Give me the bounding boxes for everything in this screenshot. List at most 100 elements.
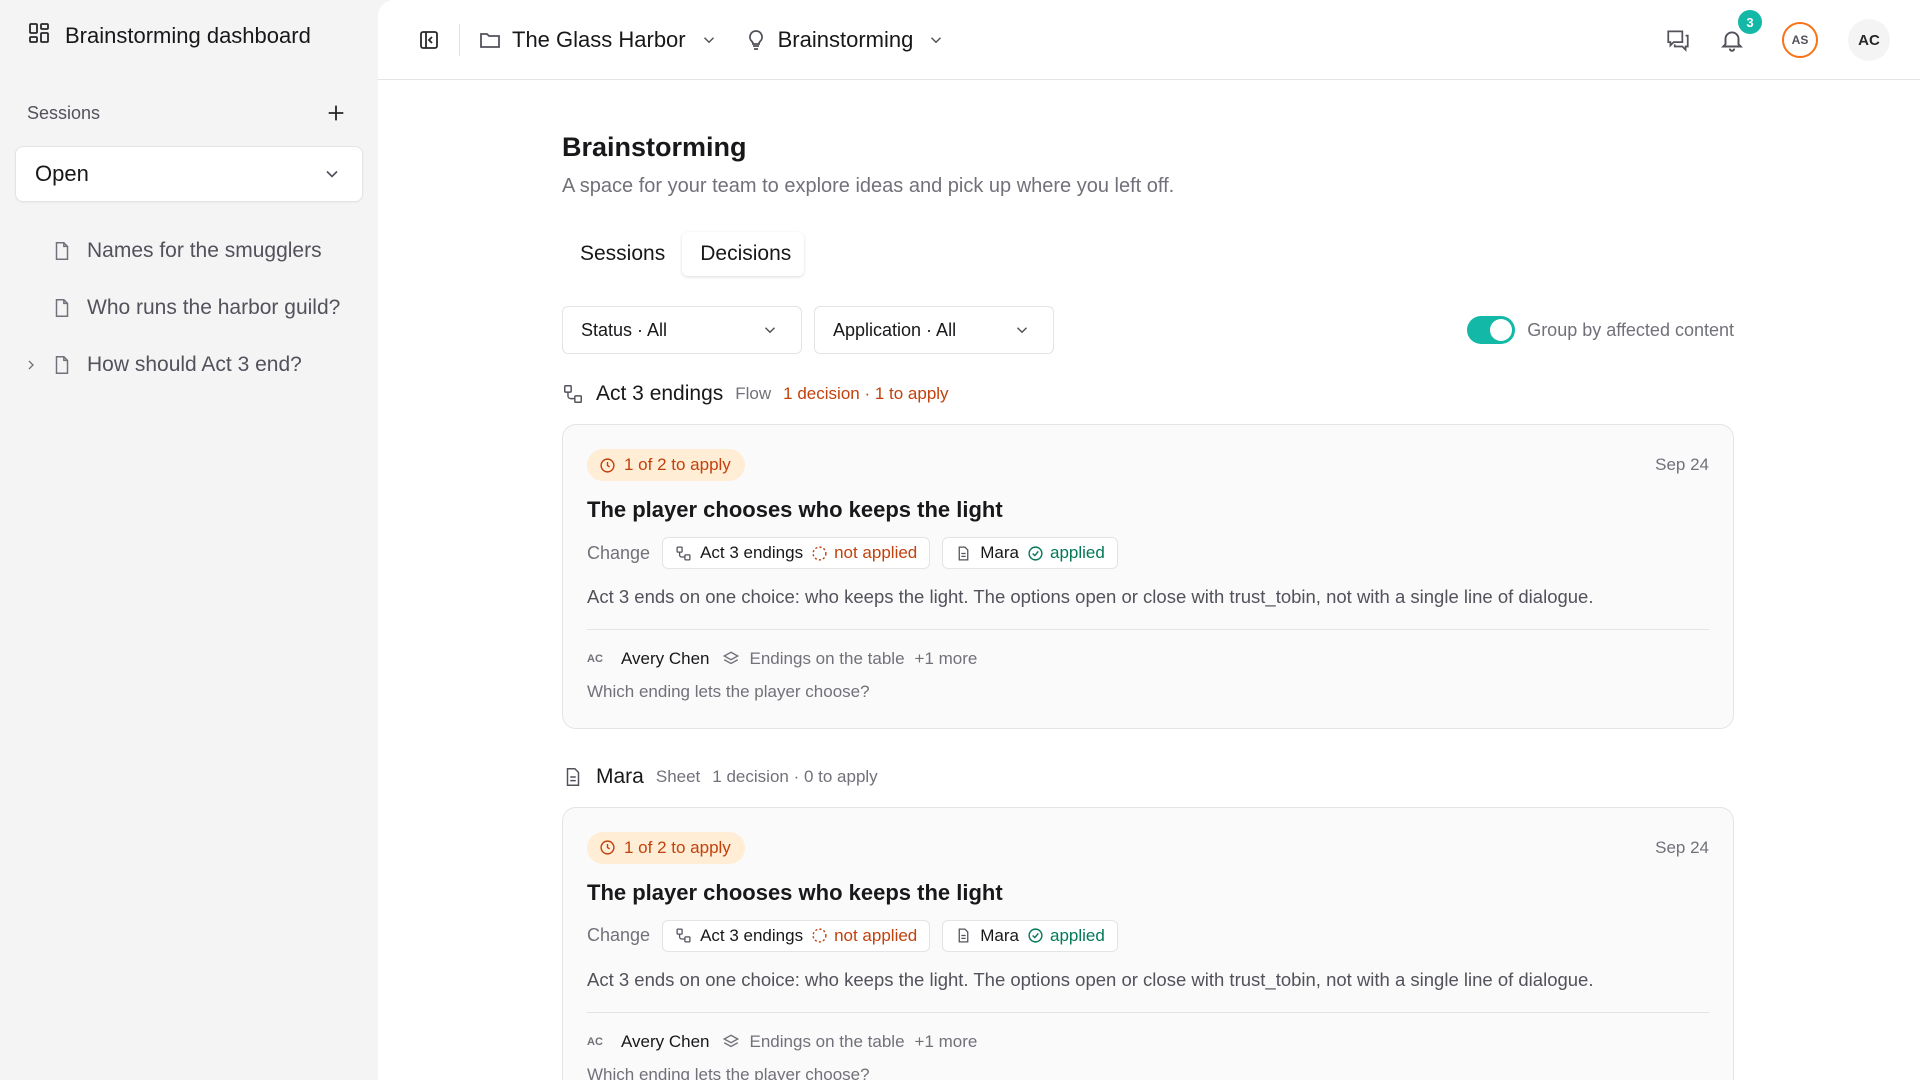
card-meta: AC Avery Chen Endings on the table +1 mo… bbox=[587, 646, 1709, 672]
dashed-circle-icon bbox=[812, 545, 827, 561]
apply-status-pill: 1 of 2 to apply bbox=[587, 449, 745, 481]
session-list: Names for the smugglers Who runs the har… bbox=[15, 222, 363, 393]
decision-group: Act 3 endings Flow 1 decision · 1 to app… bbox=[562, 374, 1734, 729]
group-count: 1 decision · 0 to apply bbox=[712, 766, 878, 786]
application-filter-label: Application · All bbox=[833, 319, 957, 340]
author-name: Avery Chen bbox=[621, 648, 710, 668]
affected-content-chip[interactable]: Act 3 endings not applied bbox=[662, 537, 931, 569]
app-root: Brainstorming dashboard Sessions Open Na… bbox=[0, 0, 1920, 1080]
affected-content-chip[interactable]: Mara applied bbox=[942, 537, 1118, 569]
affected-content-chip[interactable]: Act 3 endings not applied bbox=[662, 919, 931, 952]
clock-icon bbox=[600, 457, 615, 473]
session-item[interactable]: Names for the smugglers bbox=[15, 222, 363, 279]
card-meta: AC Avery Chen Endings on the table +1 mo… bbox=[587, 1029, 1709, 1055]
session-item-label: How should Act 3 end? bbox=[87, 352, 302, 376]
layers-icon bbox=[722, 1033, 739, 1047]
page-subtitle: A space for your team to explore ideas a… bbox=[562, 175, 1175, 197]
decision-group: Mara Sheet 1 decision · 0 to apply 1 of … bbox=[562, 757, 1734, 1080]
application-filter[interactable]: Application · All bbox=[814, 306, 1054, 354]
context-session[interactable]: Endings on the table bbox=[750, 1032, 905, 1052]
page-title: Brainstorming bbox=[562, 132, 747, 162]
group-name: Mara bbox=[596, 764, 644, 788]
decision-card[interactable]: 1 of 2 to apply Sep 24 The player choose… bbox=[562, 806, 1734, 1080]
more-link[interactable]: +1 more bbox=[915, 649, 978, 669]
card-question: Which ending lets the player choose? bbox=[587, 681, 870, 701]
chip-name: Act 3 endings bbox=[700, 925, 804, 945]
clock-icon bbox=[600, 840, 615, 855]
apply-status-text: 1 of 2 to apply bbox=[624, 455, 731, 474]
group-header: Act 3 endings Flow 1 decision · 1 to app… bbox=[562, 374, 1734, 414]
tab-decisions[interactable]: Decisions bbox=[682, 232, 805, 276]
sidebar-title[interactable]: Brainstorming dashboard bbox=[15, 18, 363, 54]
card-description: Act 3 ends on one choice: who keeps the … bbox=[587, 968, 1594, 990]
session-filter-select[interactable]: Open bbox=[15, 146, 363, 202]
context-session[interactable]: Endings on the table bbox=[750, 649, 905, 669]
notifications-button[interactable]: 3 bbox=[1716, 10, 1762, 56]
filter-bar: Status · All Application · All Group by … bbox=[562, 306, 1734, 354]
applied-status: applied bbox=[1027, 926, 1105, 946]
document-icon bbox=[55, 355, 69, 374]
change-row: Change Act 3 endings not applied Mara ap… bbox=[587, 537, 1709, 569]
add-session-button[interactable] bbox=[321, 98, 351, 128]
layers-icon bbox=[722, 651, 739, 665]
change-row: Change Act 3 endings not applied Mara ap… bbox=[587, 919, 1709, 952]
main-panel: The Glass Harbor Brainstorming 3 AS AC B… bbox=[378, 0, 1920, 1080]
apply-status-text: 1 of 2 to apply bbox=[624, 837, 731, 857]
applied-text: applied bbox=[1050, 925, 1105, 945]
page-content: Brainstorming A space for your team to e… bbox=[562, 80, 1734, 1080]
topbar-actions: 3 AS AC bbox=[1662, 0, 1890, 80]
document-icon bbox=[566, 767, 580, 786]
applied-status: applied bbox=[1027, 543, 1105, 563]
not-applied-text: not applied bbox=[834, 925, 918, 945]
author-avatar: AC bbox=[587, 652, 603, 665]
card-description: Act 3 ends on one choice: who keeps the … bbox=[587, 586, 1594, 607]
group-type: Flow bbox=[735, 384, 772, 403]
document-icon bbox=[958, 545, 969, 561]
group-toggle-label: Group by affected content bbox=[1527, 319, 1734, 340]
chevron-right-icon[interactable] bbox=[23, 357, 39, 373]
sidebar-title-label: Brainstorming dashboard bbox=[65, 23, 311, 48]
change-label: Change bbox=[587, 542, 651, 563]
comments-button[interactable] bbox=[1662, 24, 1694, 56]
more-link[interactable]: +1 more bbox=[915, 1032, 978, 1052]
project-name: The Glass Harbor bbox=[512, 26, 686, 52]
chip-name: Mara bbox=[980, 543, 1019, 562]
chevron-down-icon bbox=[703, 36, 714, 43]
not-applied-text: not applied bbox=[834, 543, 918, 562]
avatar[interactable]: AS bbox=[1782, 22, 1818, 58]
plus-icon bbox=[328, 105, 344, 121]
chevron-down-icon bbox=[931, 36, 942, 43]
session-item[interactable]: How should Act 3 end? bbox=[15, 336, 363, 393]
status-filter[interactable]: Status · All bbox=[562, 306, 802, 354]
group-by-toggle[interactable] bbox=[1467, 316, 1516, 344]
group-name: Act 3 endings bbox=[596, 382, 724, 405]
chevron-down-icon bbox=[1016, 327, 1028, 334]
dashboard-grid-icon bbox=[27, 21, 51, 51]
card-date: Sep 24 bbox=[1655, 837, 1709, 857]
check-circle-icon bbox=[1028, 545, 1043, 561]
toggle-sidebar-button[interactable] bbox=[413, 24, 445, 56]
session-item-label: Who runs the harbor guild? bbox=[87, 295, 341, 319]
session-item-label: Names for the smugglers bbox=[87, 238, 322, 262]
session-item[interactable]: Who runs the harbor guild? bbox=[15, 279, 363, 336]
affected-content-chip[interactable]: Mara applied bbox=[942, 919, 1118, 952]
project-breadcrumb[interactable]: The Glass Harbor bbox=[478, 27, 718, 53]
check-circle-icon bbox=[1028, 928, 1043, 943]
sessions-label: Sessions bbox=[27, 102, 101, 123]
group-header: Mara Sheet 1 decision · 0 to apply bbox=[562, 757, 1734, 797]
group-count: 1 decision · 1 to apply bbox=[783, 384, 949, 403]
notification-badge: 3 bbox=[1738, 10, 1762, 34]
chevron-down-icon bbox=[326, 170, 338, 178]
card-title: The player chooses who keeps the light bbox=[587, 497, 1003, 522]
sidebar: Brainstorming dashboard Sessions Open Na… bbox=[0, 0, 378, 1080]
decision-card[interactable]: 1 of 2 to apply Sep 24 The player choose… bbox=[562, 424, 1734, 729]
session-filter-value: Open bbox=[35, 161, 89, 186]
document-icon bbox=[55, 241, 69, 260]
apply-status-pill: 1 of 2 to apply bbox=[587, 831, 745, 864]
avatar[interactable]: AC bbox=[1848, 19, 1890, 61]
folder-icon bbox=[480, 32, 500, 48]
chip-name: Act 3 endings bbox=[700, 543, 804, 562]
section-breadcrumb[interactable]: Brainstorming bbox=[744, 27, 946, 53]
author-avatar: AC bbox=[587, 1035, 603, 1048]
tab-sessions[interactable]: Sessions bbox=[562, 232, 678, 276]
